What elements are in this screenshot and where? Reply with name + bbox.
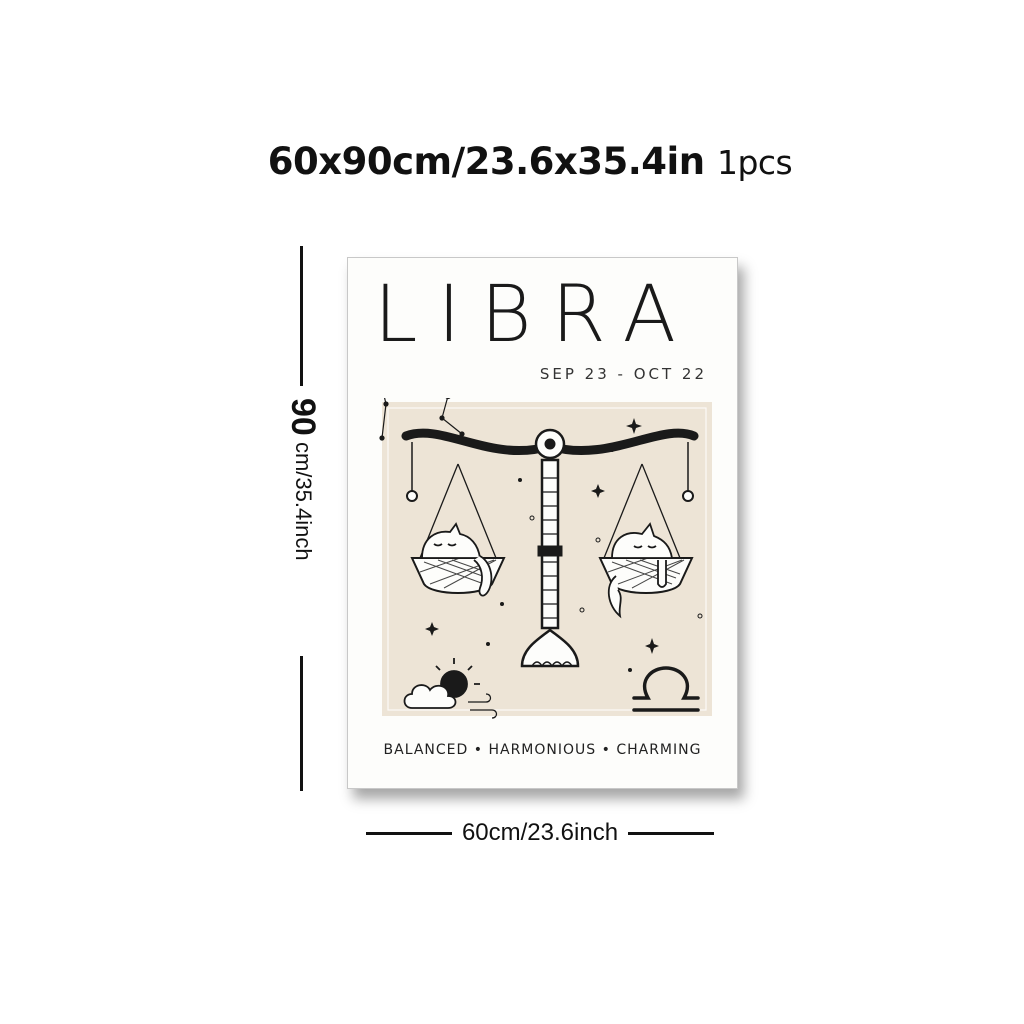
trait-3: CHARMING [616,742,702,758]
height-value: 90 [284,398,322,436]
poster-artwork [379,398,712,719]
quantity-text: 1pcs [716,143,793,182]
poster-title: LIBRA [374,270,696,360]
trait-1: BALANCED [383,742,469,758]
size-text: 60x90cm/23.6x35.4in [267,140,705,183]
height-dimension-line-bottom [300,656,303,791]
height-unit: cm/35.4inch [291,441,316,561]
trait-separator: • [473,742,484,758]
poster-traits: BALANCED • HARMONIOUS • CHARMING [348,742,737,758]
poster: LIBRA SEP 23 - OCT 22 BALANCED • HARMONI… [347,257,738,789]
trait-separator: • [601,742,611,758]
height-dimension-label: 90 cm/35.4inch [282,398,322,608]
height-dimension-line-top [300,246,303,386]
trait-2: HARMONIOUS [488,742,597,758]
poster-dates: SEP 23 - OCT 22 [539,365,707,383]
width-dimension-label: 60cm/23.6inch [461,819,619,846]
size-heading: 60x90cm/23.6x35.4in 1pcs [0,140,1024,183]
width-dimension-line-right [628,831,715,835]
width-dimension-line-left [365,831,452,835]
width-dimension: 60cm/23.6inch [346,818,734,848]
